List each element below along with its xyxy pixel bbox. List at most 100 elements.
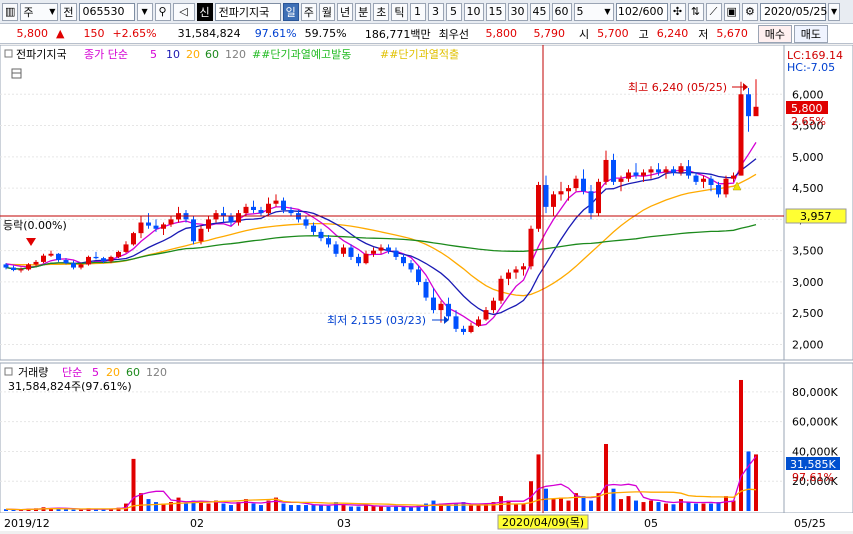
legend-stock-name: 전파기지국 [16,48,67,61]
volume-bar [709,503,713,511]
volume-info: 31,584,824주(97.61%) [8,380,132,393]
volume-bar [409,507,413,511]
candle-body [581,178,586,192]
x-label-02: 02 [190,517,204,530]
candle-body [48,253,54,256]
candle-body [536,184,541,229]
interval-60[interactable]: 60 [551,2,572,21]
volume-bar [671,504,676,511]
interval-3[interactable]: 3 [427,2,444,21]
price-change-pct: +2.65% [112,27,157,40]
volume-bar [319,505,323,511]
candle-body [686,166,691,176]
candle-body [236,213,241,223]
search-icon: ⚲ [158,5,167,18]
crosshair-tool-button[interactable]: ✣ [669,2,686,21]
volume-bar [394,506,398,511]
price-tick-label: 2,000 [792,338,824,351]
volume-bar [281,503,286,511]
interval-30[interactable]: 30 [507,2,528,21]
tab-second[interactable]: 초 [373,2,390,21]
buy-button[interactable]: 매수 [757,24,792,43]
candle-body [266,203,271,214]
indicator-button[interactable]: ⟋ [705,2,722,21]
price-tick-label: 3,000 [792,276,824,289]
volume-bar [679,499,683,511]
legend-ma20: 20 [186,48,200,61]
code-dropdown-button[interactable]: ▼ [136,2,153,21]
type-button[interactable]: 전 [60,2,77,21]
tab-week[interactable]: 주 [300,2,317,21]
volume-bar [581,496,586,511]
candle-body [161,224,166,229]
tab-tick[interactable]: 틱 [391,2,408,21]
volume-bar [71,509,76,511]
candle-body [303,219,309,226]
price-tick-label: 4,500 [792,182,824,195]
chart-area[interactable]: 전파기지국 종가 단순 5 10 20 60 120 ##단기과열예고발동 ##… [0,44,853,531]
candle-body [41,255,46,262]
candle-body [326,238,331,245]
price-change: 150 [83,27,105,40]
candle-body [453,316,459,329]
candle-body [416,269,421,282]
compare-button[interactable]: ⇅ [687,2,704,21]
low-annotation-text: 최저 2,155 (03/23) [327,314,426,327]
open-label: 시 [578,27,590,41]
sound-button[interactable]: ◁ [172,2,195,21]
candle-body [273,200,279,204]
candle-body [723,178,729,195]
chart-type-icon[interactable]: ▥ [2,2,19,21]
candle-body [498,278,504,301]
search-button[interactable]: ⚲ [154,2,171,21]
candle-body [26,264,31,270]
volume-bar [754,454,758,511]
tab-month[interactable]: 월 [318,2,336,21]
interval-15[interactable]: 15 [485,2,506,21]
tab-minute[interactable]: 분 [355,2,372,21]
sell-button[interactable]: 매도 [793,24,828,43]
gear-icon: ⚙ [745,5,755,18]
candle-body [3,264,9,268]
date-input[interactable]: 2020/05/25 [759,2,827,21]
volume-bar [424,503,428,511]
new-badge[interactable]: 신 [196,2,213,21]
interval-1[interactable]: 1 [409,2,426,21]
candle-body [461,328,466,332]
high-label: 고 [638,27,649,41]
price-tick-label: 2,500 [792,307,824,320]
count-select[interactable]: 5 ▼ [573,2,614,21]
stock-code-input[interactable]: 065530 [78,2,135,21]
candle-body [566,188,571,192]
candle-body [356,256,361,264]
candle-body [731,175,736,179]
candle-body [513,269,519,273]
price-volume-chart[interactable]: 전파기지국 종가 단순 5 10 20 60 120 ##단기과열예고발동 ##… [0,44,853,531]
page-count-field[interactable]: 102/600 [615,2,668,21]
last-pct-tag-text: 2.65% [791,115,826,128]
save-button[interactable]: ▣ [723,2,740,21]
current-price: 5,800 [16,27,49,40]
candle-body [716,184,721,195]
volume-legend-ma120: 120 [146,366,167,379]
interval-45[interactable]: 45 [529,2,550,21]
market-select[interactable]: 주 ▼ [20,2,59,21]
volume-bar [221,503,226,511]
volume-legend-ma: 단순 [62,366,82,379]
candle-body [521,266,526,270]
volume-bar [514,503,518,511]
candle-body [551,194,556,207]
interval-5[interactable]: 5 [445,2,462,21]
volume-bar [634,500,638,511]
volume-bar [521,503,526,511]
interval-10[interactable]: 10 [463,2,484,21]
settings-button[interactable]: ⚙ [741,2,758,21]
tab-day[interactable]: 일 [282,2,299,21]
candle-body [408,263,414,270]
chart-toolbar: ▥ 주 ▼ 전 065530 ▼ ⚲ ◁ 신 전파기지국 일 주 월 년 분 초 … [0,0,853,24]
volume-bar [64,509,68,511]
volume-bar [79,509,83,511]
tab-year[interactable]: 년 [337,2,354,21]
volume-bar [176,497,181,511]
calendar-button[interactable]: ▼ [827,2,841,21]
